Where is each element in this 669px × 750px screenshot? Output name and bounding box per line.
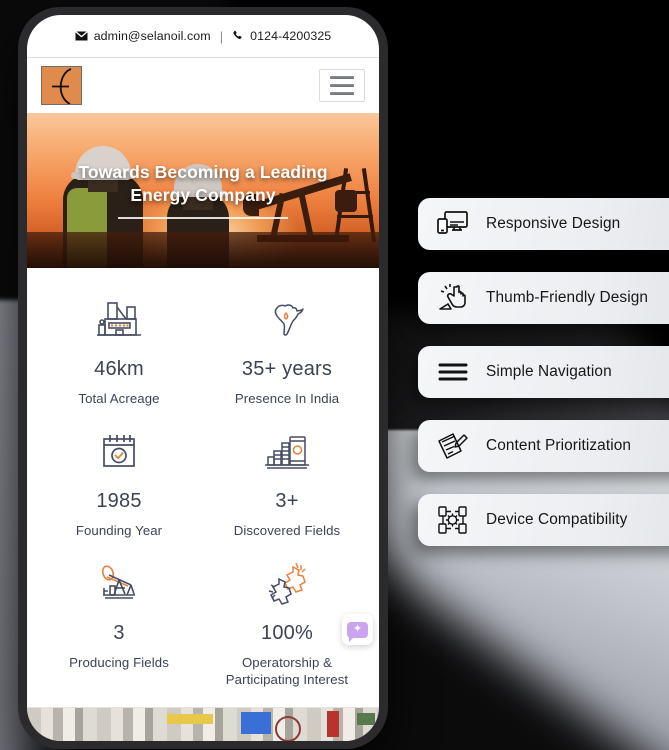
responsive-devices-icon xyxy=(436,207,470,241)
stat-value: 35+ years xyxy=(241,358,333,380)
feature-card-list: Responsive Design Thumb-Friendly Design … xyxy=(418,198,669,568)
envelope-icon xyxy=(74,31,88,41)
strip-detail-green xyxy=(357,713,375,725)
hero-headline: Towards Becoming a Leading Energy Compan… xyxy=(27,161,379,207)
stat-label: Presence In India xyxy=(234,391,340,406)
strip-detail-blue xyxy=(241,712,271,734)
selan-oil-logo[interactable] xyxy=(41,66,82,105)
stat-founding-year: 1985 Founding Year xyxy=(35,426,203,540)
feature-card-simple-navigation[interactable]: Simple Navigation xyxy=(418,346,669,398)
chat-sparkle-icon: ✦ xyxy=(347,621,368,642)
stat-value: 46km xyxy=(94,358,144,380)
stat-label: Producing Fields xyxy=(69,654,169,670)
feature-card-responsive-design[interactable]: Responsive Design xyxy=(418,198,669,250)
chat-widget-button[interactable]: ✦ xyxy=(342,614,373,645)
screenshot-stage: admin@selanoil.com | 0124-4200325 Toward… xyxy=(0,0,669,750)
thumb-tap-icon xyxy=(436,281,470,315)
hero-underline xyxy=(118,217,288,219)
stat-value: 3 xyxy=(113,621,125,644)
phone-mockup: admin@selanoil.com | 0124-4200325 Toward… xyxy=(18,7,388,749)
stat-label: Total Acreage xyxy=(78,391,160,406)
feature-card-thumb-friendly-design[interactable]: Thumb-Friendly Design xyxy=(418,272,669,324)
feature-card-label: Responsive Design xyxy=(486,215,621,232)
device-gear-icon xyxy=(436,503,470,537)
phone-screen: admin@selanoil.com | 0124-4200325 Toward… xyxy=(27,15,379,741)
india-map-icon xyxy=(207,294,367,346)
site-header xyxy=(27,58,379,113)
phone-icon xyxy=(232,30,244,42)
sparkle-glyph: ✦ xyxy=(352,623,363,635)
stat-value: 3+ xyxy=(275,489,299,512)
hero-ground xyxy=(27,232,379,268)
strip-detail-red xyxy=(327,711,339,737)
feature-card-label: Simple Navigation xyxy=(486,363,612,380)
hero-headline-line1: Towards Becoming a Leading xyxy=(78,162,328,182)
stat-label: Founding Year xyxy=(75,522,163,538)
stat-total-acreage: 46km Total Acreage xyxy=(35,294,203,408)
bottom-image-strip xyxy=(27,707,379,741)
hamburger-bar-3 xyxy=(330,92,354,95)
email-text: admin@selanoil.com xyxy=(93,29,211,43)
strip-detail-arc xyxy=(275,716,301,741)
strip-detail-yellow xyxy=(167,714,213,724)
hamburger-bar-2 xyxy=(330,84,354,87)
hero-headline-line2: Energy Company xyxy=(130,185,276,206)
stat-producing-fields: 3 Producing Fields xyxy=(35,558,203,690)
phone-contact[interactable]: 0124-4200325 xyxy=(232,29,331,43)
factory-icon xyxy=(39,294,199,346)
hamburger-bar-1 xyxy=(330,76,354,79)
feature-card-device-compatibility[interactable]: Device Compatibility xyxy=(418,494,669,546)
feature-card-label: Thumb-Friendly Design xyxy=(486,289,649,306)
feature-card-content-prioritization[interactable]: Content Prioritization xyxy=(418,420,669,472)
contact-bar: admin@selanoil.com | 0124-4200325 xyxy=(27,15,379,58)
feature-card-label: Device Compatibility xyxy=(486,511,628,528)
hamburger-lines-icon xyxy=(436,355,470,389)
document-pencil-icon xyxy=(436,429,470,463)
contact-separator: | xyxy=(219,28,224,44)
phone-text: 0124-4200325 xyxy=(250,29,332,43)
hero-banner: Towards Becoming a Leading Energy Compan… xyxy=(27,113,379,268)
puzzle-pieces-icon xyxy=(207,558,367,610)
calendar-check-icon xyxy=(39,426,199,478)
stat-label: Discovered Fields xyxy=(233,522,341,538)
stat-label: Operatorship & Participating Interest xyxy=(225,654,349,688)
stat-presence-in-india: 35+ years Presence In India xyxy=(203,294,371,408)
email-contact[interactable]: admin@selanoil.com xyxy=(74,29,211,43)
stat-discovered-fields: 3+ Discovered Fields xyxy=(203,426,371,540)
oil-tanks-icon xyxy=(207,426,367,478)
stats-grid: 46km Total Acreage 35+ years Presence In… xyxy=(27,268,379,704)
stat-value: 1985 xyxy=(96,489,142,512)
feature-card-label: Content Prioritization xyxy=(486,437,632,454)
pump-jack-icon xyxy=(39,558,199,610)
menu-toggle-button[interactable] xyxy=(319,69,365,102)
